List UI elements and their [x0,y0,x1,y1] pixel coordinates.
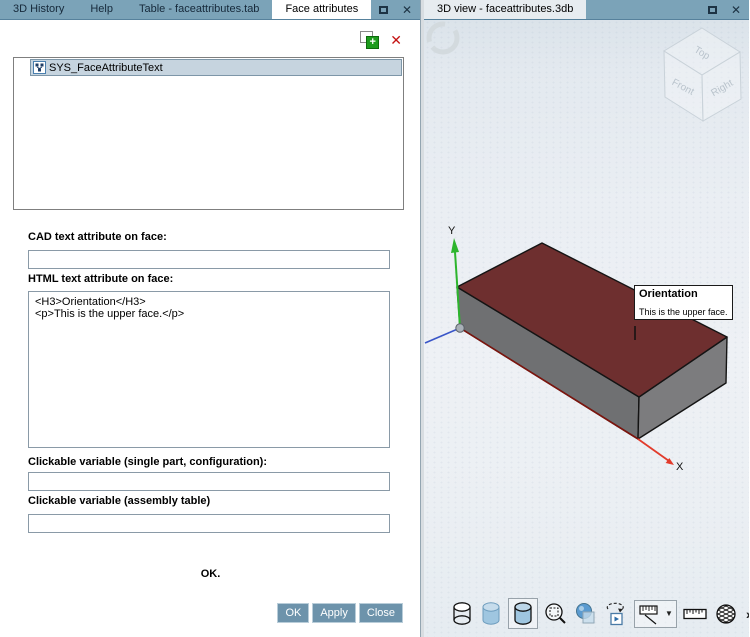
right-tab-bar: 3D view - faceattributes.3db ✕ [424,0,749,20]
maximize-icon [379,6,388,14]
right-close-button[interactable]: ✕ [731,4,741,16]
dimension-icon [638,603,660,625]
mesh-sphere-icon [714,602,738,626]
cad-text-input[interactable] [28,250,390,269]
dimension-dropdown[interactable]: ▼ [634,600,677,628]
wireframe-display-button[interactable] [450,600,474,627]
left-tab-bar: 3D History Help Table - faceattributes.t… [0,0,420,20]
add-icon: + [366,36,379,49]
axis-y-arrowhead [451,238,459,253]
clickable-single-label: Clickable variable (single part, configu… [28,456,267,468]
render-mode-button[interactable] [573,601,598,627]
maximize-button[interactable] [379,1,388,19]
mesh-display-button[interactable] [713,601,739,627]
attribute-toolbar: + ✕ [360,31,402,49]
dialog-ok-button[interactable]: OK [277,603,309,623]
ruler-icon [683,606,707,622]
measure-ruler-button[interactable] [682,605,708,623]
tab-help[interactable]: Help [77,0,126,19]
orbit-ring-widget[interactable] [429,24,457,52]
right-window-controls: ✕ [708,0,749,19]
right-maximize-button[interactable] [708,1,717,19]
left-window-controls: ✕ [379,0,420,19]
zoom-icon [544,602,567,626]
3d-scene[interactable]: Top Front Right X [424,20,749,637]
shaded-edges-cylinder-icon [512,601,534,626]
attribute-list[interactable]: SYS_FaceAttributeText [13,57,404,210]
rotate-view-icon [604,601,628,627]
tab-3d-view[interactable]: 3D view - faceattributes.3db [424,0,586,19]
face-attributes-panel: 3D History Help Table - faceattributes.t… [0,0,421,637]
html-text-label: HTML text attribute on face: [28,273,173,285]
add-attribute-button[interactable]: + [360,31,379,49]
axis-y-label: Y [448,225,456,237]
axis-z [425,328,460,343]
maximize-icon [708,6,717,14]
dialog-apply-button[interactable]: Apply [312,603,356,623]
zoom-button[interactable] [543,601,568,627]
render-sphere-icon [574,602,597,626]
app-window: 3D History Help Table - faceattributes.t… [0,0,750,637]
list-item-sys-faceattributetext[interactable]: SYS_FaceAttributeText [30,59,402,76]
cad-text-label: CAD text attribute on face: [28,231,167,243]
wireframe-cylinder-icon [451,601,473,626]
axis-x [638,439,669,461]
delete-attribute-button[interactable]: ✕ [390,33,402,47]
clickable-assembly-input[interactable] [28,514,390,533]
tooltip-title: Orientation [639,288,728,300]
attribute-item-icon [33,61,46,74]
origin-point[interactable] [456,324,464,332]
close-button[interactable]: ✕ [402,4,412,16]
view-cube[interactable] [664,28,741,121]
list-item-label: SYS_FaceAttributeText [46,62,163,74]
html-text-textarea[interactable]: <H3>Orientation</H3> <p>This is the uppe… [28,291,390,448]
rotate-view-button[interactable] [603,600,629,628]
clickable-single-input[interactable] [28,472,390,491]
status-text: OK. [0,568,421,580]
more-button[interactable]: » [744,606,749,622]
dialog-buttons: OK Apply Close [277,603,403,623]
tab-face-attributes[interactable]: Face attributes [272,0,371,19]
tab-3d-history[interactable]: 3D History [0,0,77,19]
dropdown-caret-icon: ▼ [665,609,673,618]
view-toolbar: ▼ [450,598,749,629]
shaded-edges-display-button[interactable] [508,598,538,629]
shaded-display-button[interactable] [479,600,503,627]
clickable-assembly-label: Clickable variable (assembly table) [28,495,210,507]
face-tooltip: Orientation This is the upper face. [634,285,733,320]
tab-table-faceattributes[interactable]: Table - faceattributes.tab [126,0,272,19]
axis-x-label: X [676,461,684,473]
dialog-close-button[interactable]: Close [359,603,403,623]
3d-view-panel: 3D view - faceattributes.3db ✕ Top Front [424,0,749,637]
tooltip-body: This is the upper face. [639,307,728,317]
shaded-cylinder-icon [480,601,502,626]
3d-viewport[interactable]: Top Front Right X [424,20,749,637]
